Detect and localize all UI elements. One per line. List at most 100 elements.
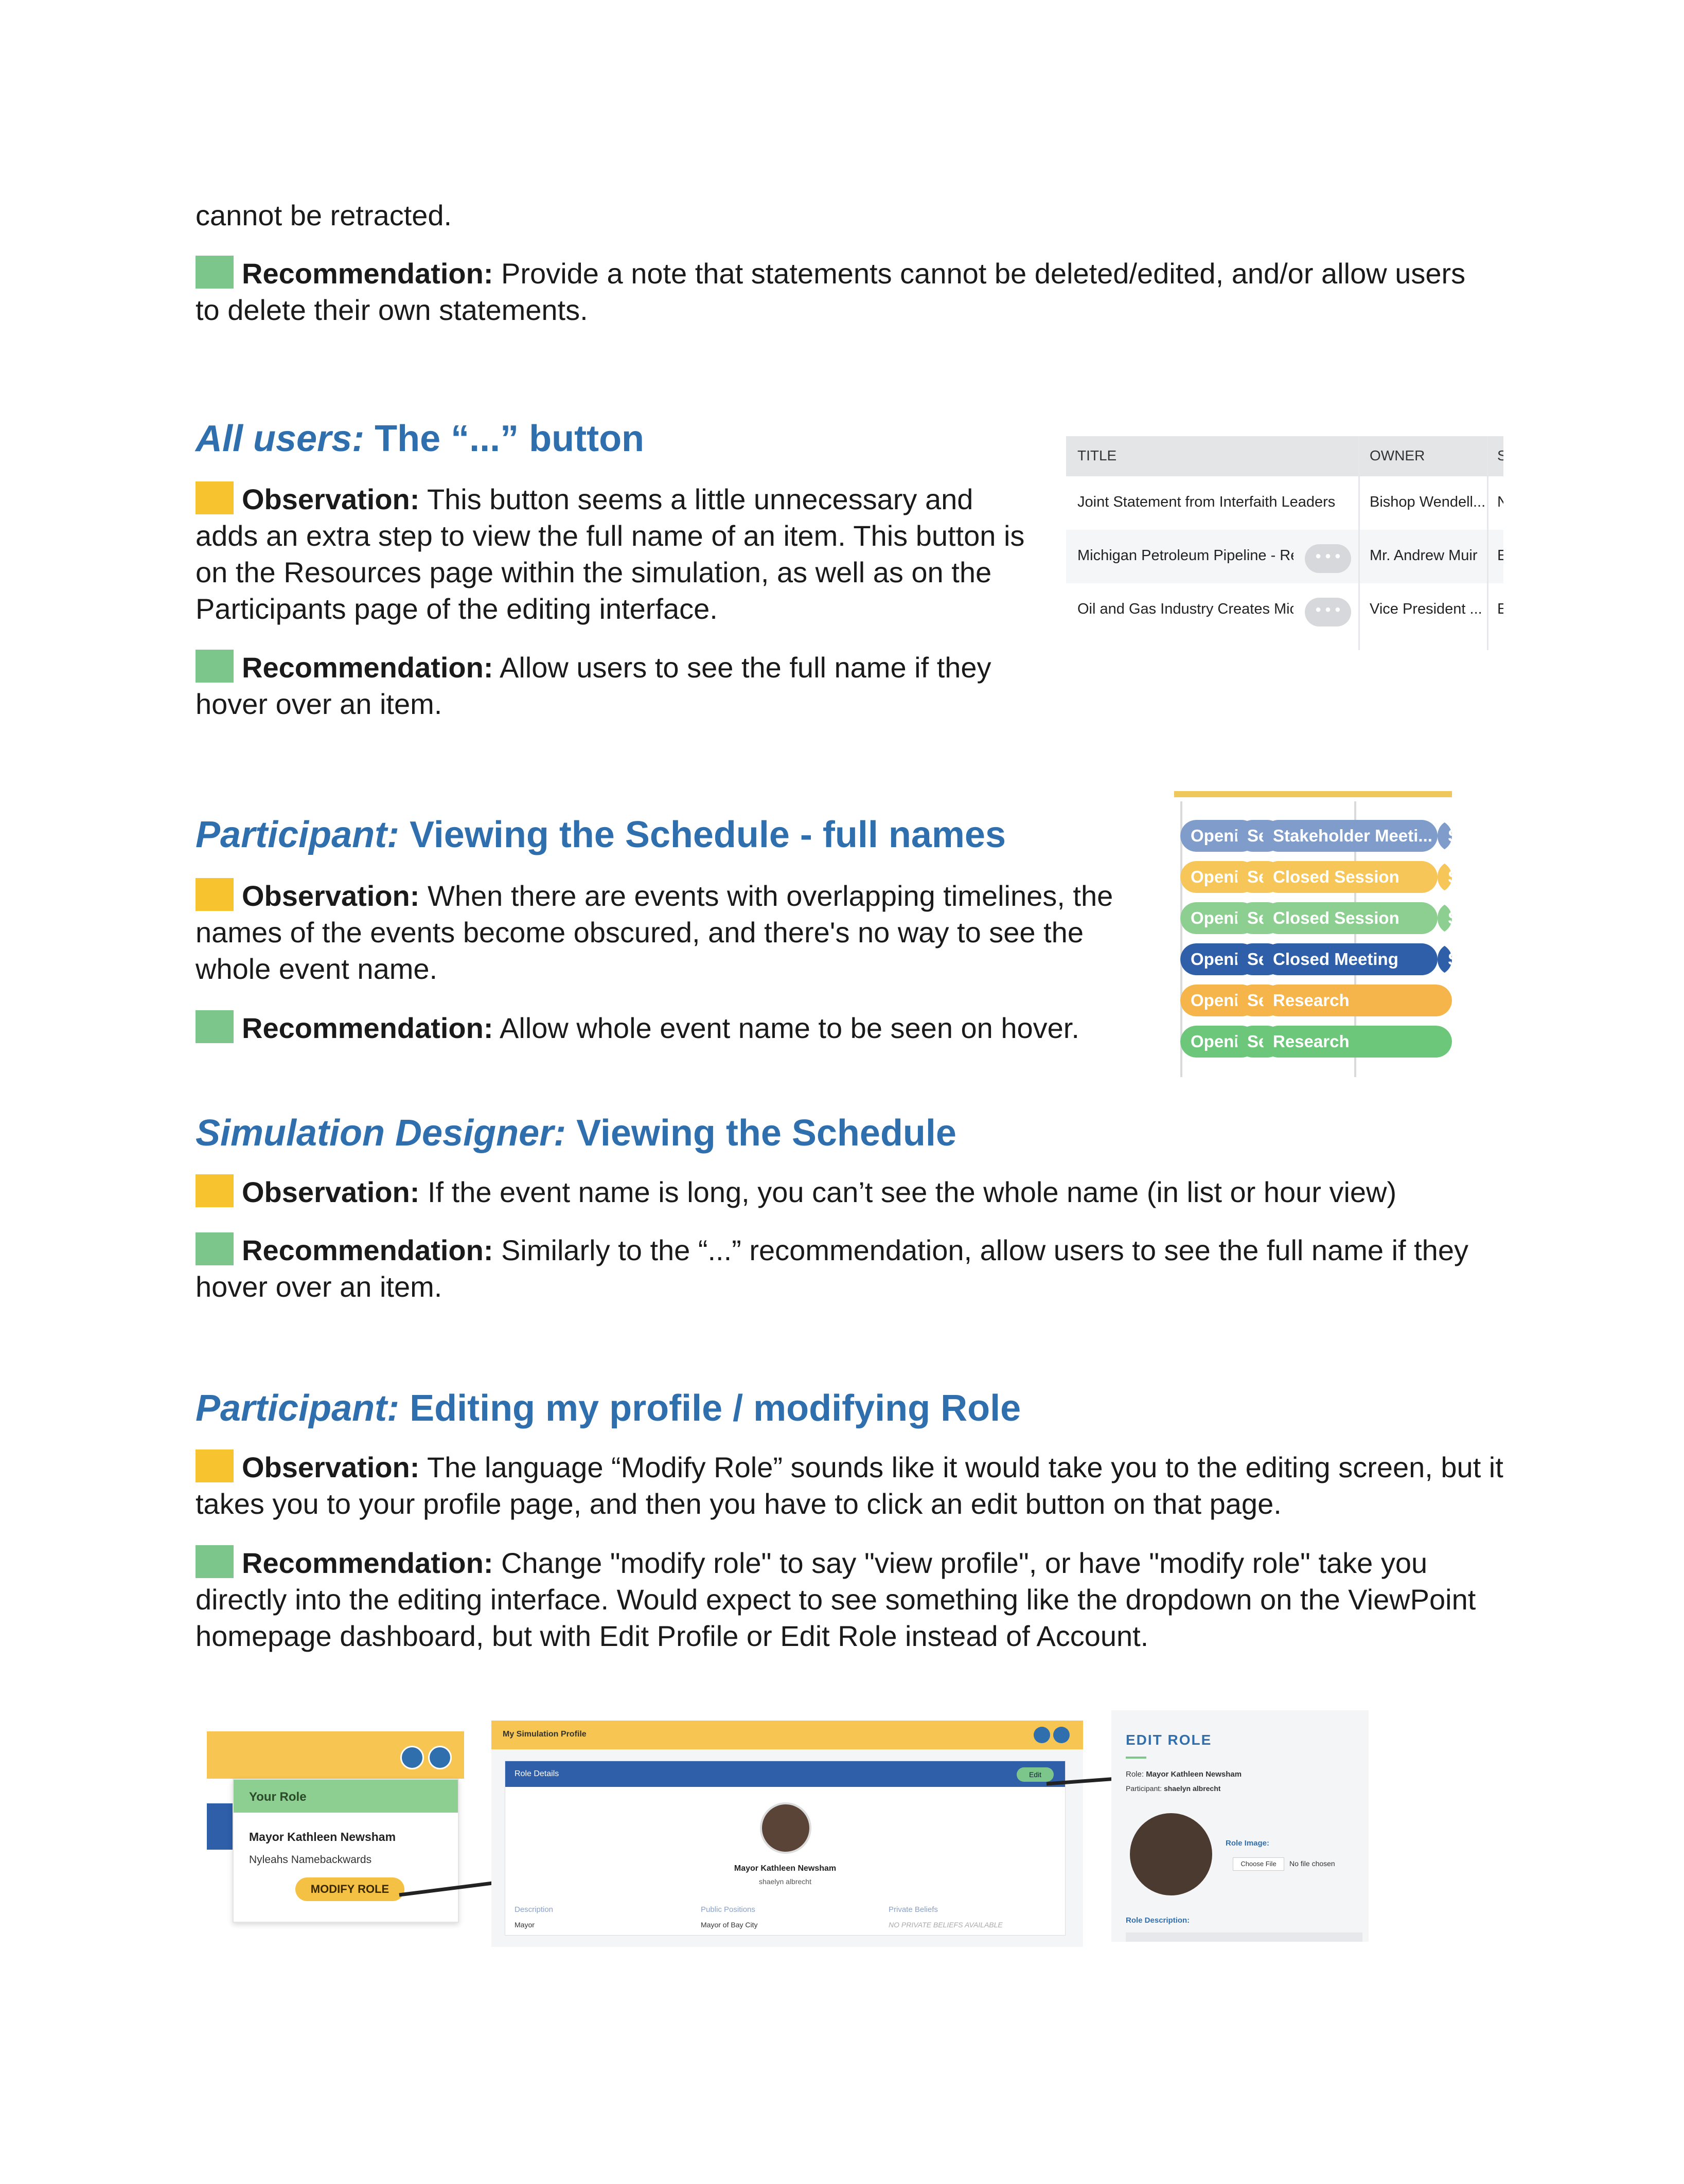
description-field[interactable] — [1126, 1932, 1362, 1942]
role-details-title: Role Details — [515, 1769, 559, 1778]
recommendation-marker — [196, 1232, 234, 1265]
private-beliefs-value: NO PRIVATE BELIEFS AVAILABLE — [889, 1921, 1003, 1929]
role-description-label: Role Description: — [1126, 1916, 1190, 1925]
participant-line: Participant: shaelyn albrecht — [1126, 1784, 1220, 1793]
participant-label: Participant: — [1126, 1784, 1162, 1793]
row-s: N — [1497, 494, 1503, 510]
role-label: Role: — [1126, 1770, 1144, 1779]
row-owner: Vice President ... — [1370, 601, 1482, 617]
event-name-c[interactable]: Research — [1263, 1026, 1452, 1058]
schedule-event-row[interactable]: OpeniSeClosed SessionS — [1180, 902, 1452, 934]
recommendation-marker — [196, 1010, 234, 1043]
intro-recommendation: Recommendation: Provide a note that stat… — [196, 255, 1472, 328]
observation-marker — [196, 481, 234, 514]
avatar — [760, 1802, 811, 1854]
schedule-screenshot: OpeniSeStakeholder Meeti...S OpeniSeClose… — [1174, 791, 1452, 1077]
modify-role-button[interactable]: MODIFY ROLE — [295, 1877, 404, 1901]
event-name-c[interactable]: Closed Session — [1263, 861, 1438, 893]
recommendation: Recommendation: Change "modify role" to … — [196, 1545, 1513, 1654]
heading-rest: Viewing the Schedule - full names — [399, 814, 1006, 855]
edit-role-title: EDIT ROLE — [1126, 1732, 1212, 1748]
schedule-top-strip — [1174, 791, 1452, 797]
recommendation-label: Recommendation: — [242, 651, 493, 684]
event-name-c[interactable]: Closed Session — [1263, 902, 1438, 934]
role-name: Mayor Kathleen Newsham — [249, 1830, 396, 1843]
recommendation-text: Allow whole event name to be seen on hov… — [493, 1012, 1079, 1044]
row-s: E — [1497, 601, 1503, 617]
public-positions-value: Mayor of Bay City — [701, 1921, 758, 1929]
description-label: Description — [515, 1905, 554, 1914]
your-role-label: Your Role — [249, 1790, 307, 1804]
row-title: Joint Statement from Interfaith Leaders — [1077, 494, 1336, 510]
profile-name: Mayor Kathleen Newsham — [734, 1864, 837, 1873]
column-title: TITLE — [1077, 447, 1117, 463]
private-beliefs-label: Private Beliefs — [889, 1905, 938, 1914]
role-details-card: Role Details Edit Mayor Kathleen Newsham… — [505, 1761, 1066, 1936]
recommendation: Recommendation: Allow whole event name t… — [196, 1010, 1153, 1046]
column-owner: OWNER — [1370, 447, 1425, 463]
public-positions-label: Public Positions — [701, 1905, 755, 1914]
role-avatar — [1130, 1813, 1212, 1895]
more-button[interactable]: • • • — [1305, 598, 1351, 626]
profile-header-title: My Simulation Profile — [503, 1730, 587, 1739]
heading-prefix: Participant: — [196, 814, 400, 855]
table-row[interactable]: Michigan Petroleum Pipeline - Rep • • • … — [1066, 530, 1503, 583]
section-heading: Participant: Viewing the Schedule - full… — [196, 812, 1173, 858]
recommendation-label: Recommendation: — [242, 257, 493, 290]
schedule-event-row[interactable]: Openi Se Research — [1180, 1026, 1452, 1058]
no-file-text: No file chosen — [1289, 1859, 1335, 1868]
recommendation-label: Recommendation: — [242, 1547, 493, 1579]
recommendation-label: Recommendation: — [242, 1234, 493, 1266]
table-row[interactable]: Joint Statement from Interfaith Leaders … — [1066, 476, 1503, 530]
observation-label: Observation: — [242, 1451, 420, 1483]
event-name-c[interactable]: Closed Meeting — [1263, 943, 1438, 975]
event-name-d[interactable]: S — [1438, 902, 1452, 934]
recommendation-marker — [196, 1545, 234, 1578]
observation-text: If the event name is long, you can’t see… — [419, 1176, 1397, 1208]
recommendation-label: Recommendation: — [242, 1012, 493, 1044]
section-heading: Participant: Editing my profile / modify… — [196, 1385, 1430, 1431]
event-name-d[interactable]: S — [1438, 820, 1452, 852]
bell-icon[interactable] — [1034, 1727, 1050, 1743]
notification-icon[interactable] — [400, 1746, 424, 1769]
observation: Observation: When there are events with … — [196, 878, 1153, 987]
more-button[interactable]: • • • — [1305, 544, 1351, 573]
table-row[interactable]: Oil and Gas Industry Creates Mich • • • … — [1066, 583, 1503, 637]
avatar-icon[interactable] — [428, 1746, 452, 1769]
role-line: Role: Mayor Kathleen Newsham — [1126, 1770, 1242, 1779]
schedule-event-row[interactable]: OpeniSeClosed MeetingS — [1180, 943, 1452, 975]
heading-prefix: All users: — [196, 418, 365, 459]
row-s: E — [1497, 547, 1503, 564]
side-block — [207, 1803, 233, 1850]
observation-label: Observation: — [242, 483, 420, 515]
recommendation-marker — [196, 650, 234, 683]
avatar-icon[interactable] — [1053, 1727, 1070, 1743]
heading-rest: Editing my profile / modifying Role — [399, 1388, 1021, 1429]
recommendation: Recommendation: Similarly to the “...” r… — [196, 1232, 1492, 1305]
event-name-d[interactable]: S — [1438, 943, 1452, 975]
continued-text: cannot be retracted. — [196, 199, 452, 231]
column-divider — [1358, 436, 1360, 650]
schedule-event-row[interactable]: Openi Se Research — [1180, 984, 1452, 1016]
choose-file-button[interactable]: Choose File — [1233, 1857, 1284, 1871]
column-divider — [1487, 436, 1488, 650]
role-image-label: Role Image: — [1226, 1839, 1270, 1848]
row-owner: Mr. Andrew Muir — [1370, 547, 1478, 564]
event-name-c[interactable]: Research — [1263, 984, 1452, 1016]
section-heading: Simulation Designer: Viewing the Schedul… — [196, 1110, 1430, 1156]
table-header — [1066, 436, 1503, 476]
heading-rest: Viewing the Schedule — [566, 1113, 956, 1154]
schedule-event-row[interactable]: OpeniSeClosed SessionS — [1180, 861, 1452, 893]
observation-label: Observation: — [242, 880, 420, 912]
row-title: Oil and Gas Industry Creates Mich — [1077, 601, 1293, 617]
event-name-c[interactable]: Stakeholder Meeti... — [1263, 820, 1438, 852]
profile-sub: shaelyn albrecht — [759, 1877, 811, 1886]
schedule-event-row[interactable]: OpeniSeStakeholder Meeti...S — [1180, 820, 1452, 852]
recommendation: Recommendation: Allow users to see the f… — [196, 649, 1039, 722]
event-name-d[interactable]: S — [1438, 861, 1452, 893]
participant-name: Nyleahs Namebackwards — [249, 1854, 372, 1866]
edit-role-screenshot: EDIT ROLE Role: Mayor Kathleen Newsham P… — [1111, 1710, 1369, 1942]
observation-marker — [196, 878, 234, 911]
row-title: Michigan Petroleum Pipeline - Rep — [1077, 547, 1293, 564]
row-owner: Bishop Wendell... — [1370, 494, 1486, 510]
